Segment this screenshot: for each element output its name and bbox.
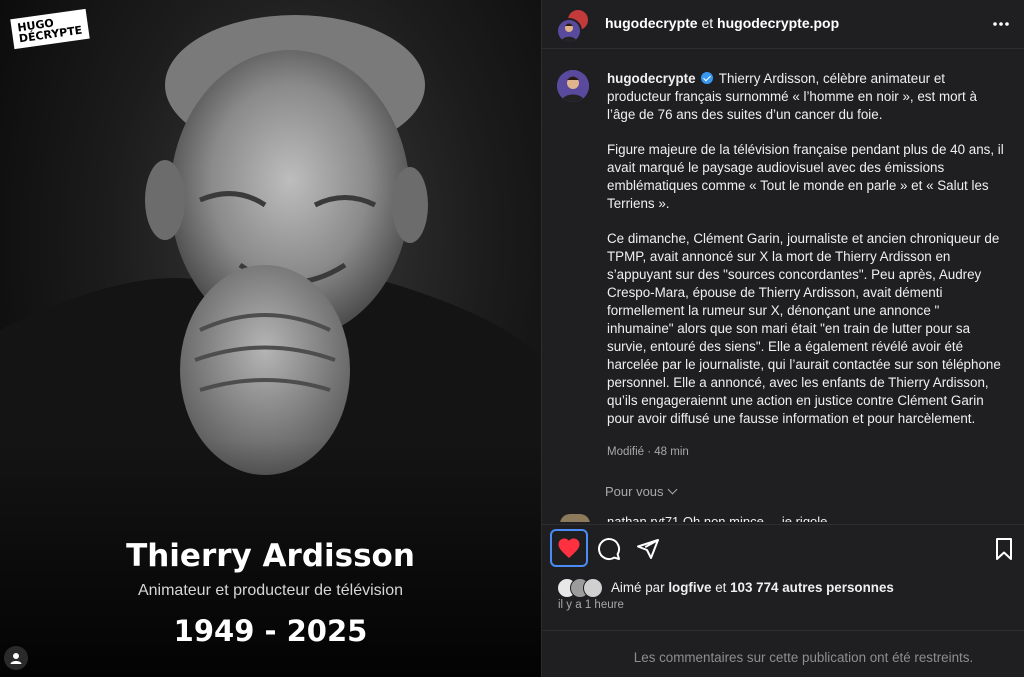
- collab-avatars[interactable]: [556, 8, 590, 44]
- likes-middle: et: [711, 580, 731, 595]
- heart-filled-icon: [558, 538, 580, 558]
- divider: [542, 48, 1024, 49]
- post-header: hugodecrypte et hugodecrypte.pop: [542, 0, 1024, 48]
- caption-meta: Modifié · 48 min: [607, 446, 689, 458]
- action-bar: [542, 525, 1024, 573]
- media-caption-role: Animateur et producteur de télévision: [137, 582, 404, 599]
- caption-text: hugodecrypte Thierry Ardisson, célèbre a…: [607, 70, 1007, 445]
- share-icon[interactable]: [636, 537, 660, 561]
- tagged-users-button[interactable]: [4, 646, 28, 670]
- post-timestamp[interactable]: il y a 1 heure: [558, 599, 624, 611]
- author-avatar[interactable]: [557, 70, 589, 102]
- media-caption-years: 1949 - 2025: [173, 614, 368, 648]
- portrait-photo: [0, 15, 541, 677]
- for-you-toggle[interactable]: Pour vous: [605, 484, 677, 499]
- post-header-title: hugodecrypte et hugodecrypte.pop: [605, 15, 839, 31]
- header-account-1[interactable]: hugodecrypte: [605, 15, 698, 31]
- for-you-label: Pour vous: [605, 484, 664, 499]
- likes-user[interactable]: logfive: [668, 580, 711, 595]
- like-button[interactable]: [550, 529, 588, 567]
- verified-badge-icon: [701, 72, 714, 84]
- liker-avatars: [557, 578, 607, 598]
- chevron-down-icon: [667, 484, 677, 495]
- media-caption-name: Thierry Ardisson: [126, 538, 415, 574]
- avatar: [560, 514, 590, 522]
- caption-paragraph-2: Figure majeure de la télévision français…: [607, 142, 1004, 211]
- likes-prefix: Aimé par: [611, 580, 669, 595]
- divider: [542, 630, 1024, 631]
- caption-paragraph-3: Ce dimanche, Clément Garin, journaliste …: [607, 231, 1001, 426]
- avatar: [556, 18, 582, 44]
- post-media[interactable]: HUGO DÉCRYPTE Thierry Ardisson Animateur…: [0, 0, 541, 677]
- header-account-2[interactable]: hugodecrypte.pop: [717, 15, 839, 31]
- bookmark-icon[interactable]: [992, 537, 1016, 561]
- comment-icon[interactable]: [597, 537, 621, 561]
- comment-peek: nathan.ryt71 Oh non mince.... je rigole: [607, 514, 828, 522]
- more-horizontal-icon[interactable]: [991, 14, 1011, 34]
- likes-text: Aimé par logfive et 103 774 autres perso…: [611, 580, 894, 595]
- post-side-panel: hugodecrypte et hugodecrypte.pop hugodec…: [541, 0, 1024, 677]
- header-connector: et: [697, 15, 718, 31]
- caption-author[interactable]: hugodecrypte: [607, 71, 696, 86]
- post-caption-area: hugodecrypte Thierry Ardisson, célèbre a…: [542, 62, 1024, 522]
- likes-count[interactable]: 103 774 autres personnes: [730, 580, 894, 595]
- user-icon: [10, 653, 22, 664]
- avatar: [583, 578, 603, 598]
- comments-restricted-notice: Les commentaires sur cette publication o…: [633, 650, 974, 665]
